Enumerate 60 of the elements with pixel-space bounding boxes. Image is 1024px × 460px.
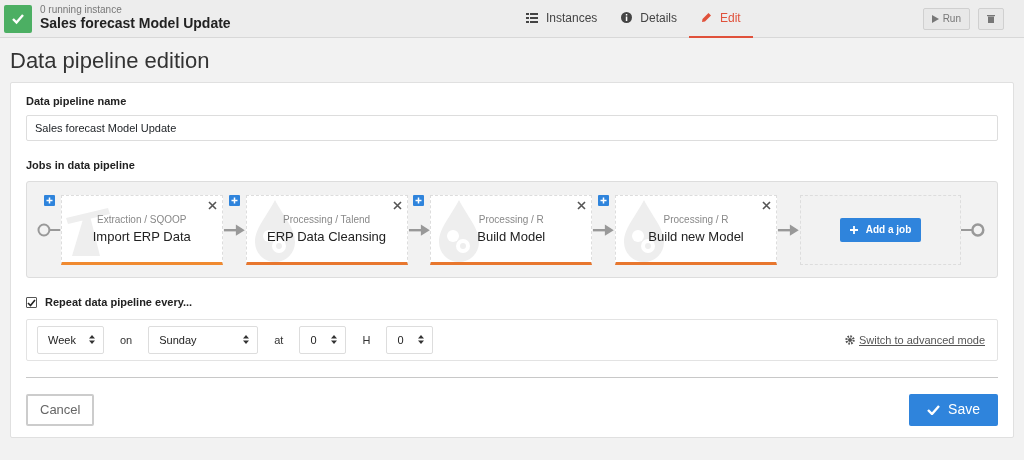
save-button[interactable]: Save [909, 393, 998, 426]
advanced-mode-link[interactable]: Switch to advanced mode [859, 331, 985, 349]
job-card[interactable]: Processing / R Build Model [430, 194, 593, 265]
cancel-button[interactable]: Cancel [26, 393, 95, 426]
field-label: Data pipeline name [26, 94, 128, 110]
close-icon[interactable] [392, 200, 402, 210]
info-icon [621, 12, 633, 23]
page-title: Data pipeline edition [10, 48, 211, 75]
checkbox-label: Repeat data pipeline every... [45, 295, 193, 311]
job-category: Extraction / SQOOP [97, 212, 187, 227]
job-name: Build Model [477, 227, 546, 246]
hour-select[interactable]: 0 [299, 325, 347, 354]
list-icon [525, 12, 538, 23]
schedule-label: on [120, 332, 133, 348]
period-select[interactable]: Week [37, 325, 104, 354]
tab[interactable]: Instances [513, 0, 610, 38]
pencil-icon [701, 12, 712, 23]
start-node-icon [37, 222, 61, 237]
schedule-label: at [274, 332, 284, 348]
job-card[interactable]: Processing / R Build new Model [615, 194, 778, 265]
check-icon [927, 404, 941, 415]
job-category: Processing / Talend [283, 212, 371, 227]
plus-icon [849, 225, 858, 234]
close-icon[interactable] [207, 200, 217, 210]
updown-icon [331, 335, 338, 345]
job-card[interactable]: Extraction / SQOOP Import ERP Data [60, 194, 223, 265]
name-field[interactable]: Sales forecast Model Update [26, 114, 998, 141]
add-icon[interactable] [228, 194, 240, 206]
status-text: 0 running instance [40, 5, 123, 16]
play-icon [931, 14, 939, 23]
close-icon[interactable] [762, 200, 772, 210]
add-icon[interactable] [43, 194, 55, 206]
arrow [778, 224, 799, 236]
job-card[interactable]: Processing / Talend ERP Data Cleansing [245, 194, 408, 265]
job-category: Processing / R [663, 212, 729, 227]
updown-icon [89, 335, 95, 345]
pipeline-title: Sales forecast Model Update [40, 15, 231, 32]
tab[interactable]: Details [609, 0, 689, 38]
arrow [593, 224, 615, 236]
arrow [223, 224, 245, 236]
trash-icon [987, 14, 995, 23]
job-name: Import ERP Data [92, 227, 191, 246]
end-node-icon [961, 221, 987, 238]
add-job-button[interactable]: Add a job [839, 217, 922, 242]
day-select[interactable]: Sunday [148, 325, 259, 354]
repeat-checkbox[interactable] [26, 297, 37, 309]
arrow [408, 224, 430, 236]
field-label: Jobs in data pipeline [26, 157, 136, 173]
job-category: Processing / R [478, 212, 544, 227]
updown-icon [418, 335, 425, 345]
gear-icon [845, 334, 856, 345]
job-name: ERP Data Cleansing [267, 227, 387, 246]
add-icon[interactable] [598, 194, 610, 206]
updown-icon [243, 335, 250, 345]
add-icon[interactable] [413, 194, 425, 206]
minute-select[interactable]: 0 [386, 325, 434, 354]
job-name: Build new Model [648, 227, 744, 246]
check-icon [11, 12, 25, 25]
schedule-label: H [362, 332, 371, 348]
close-icon[interactable] [577, 200, 587, 210]
